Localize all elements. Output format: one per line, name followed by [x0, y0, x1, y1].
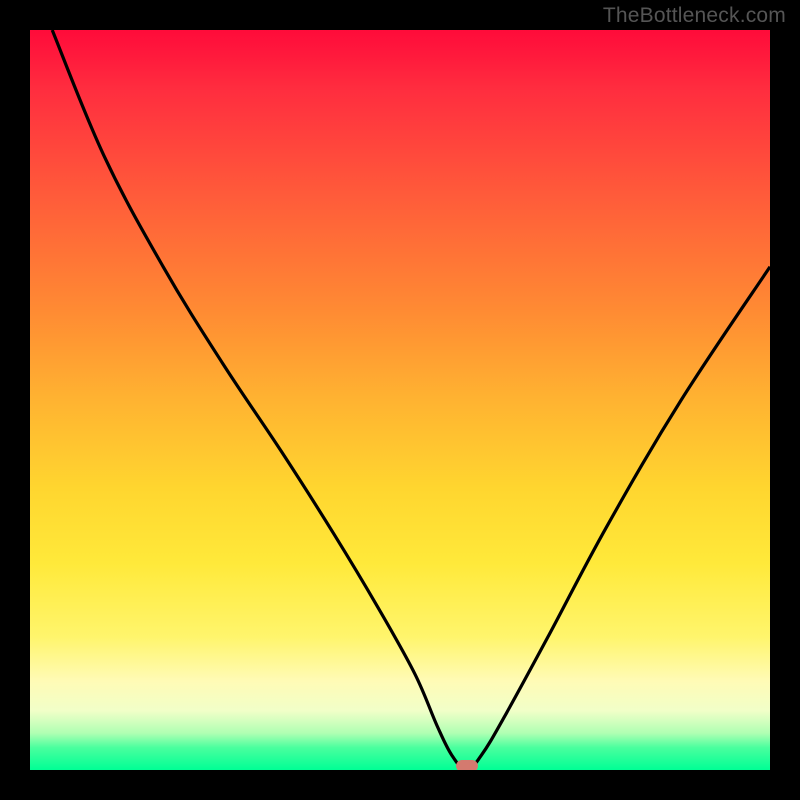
plot-area [30, 30, 770, 770]
minimum-marker [456, 760, 478, 770]
chart-frame: TheBottleneck.com [0, 0, 800, 800]
bottleneck-curve [30, 30, 770, 770]
watermark-text: TheBottleneck.com [603, 4, 786, 28]
